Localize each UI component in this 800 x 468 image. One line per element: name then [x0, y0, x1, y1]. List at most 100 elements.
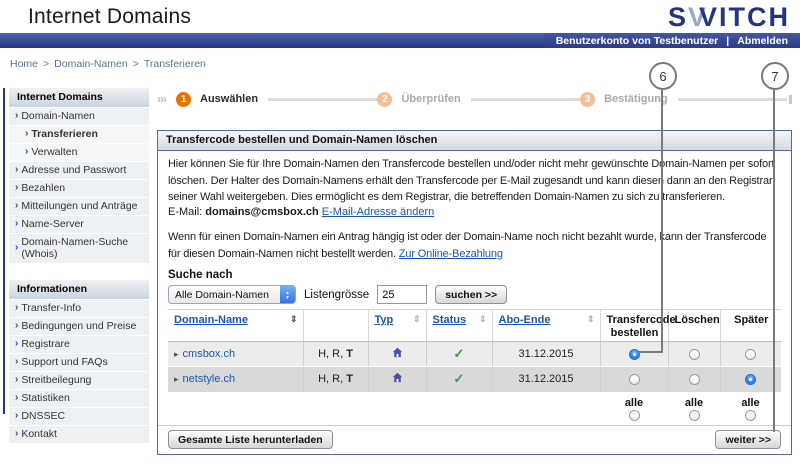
- status-cell: ✓: [426, 367, 492, 392]
- breadcrumb-transferieren[interactable]: Transferieren: [144, 58, 206, 70]
- radio-netstyle-loeschen[interactable]: [689, 374, 700, 385]
- email-value: domains@cmsbox.ch: [205, 206, 318, 218]
- chevron-right-icon: ›: [15, 392, 18, 404]
- radio-netstyle-spaeter[interactable]: [745, 374, 756, 385]
- logout-link[interactable]: Abmelden: [737, 35, 788, 47]
- sidebar-item-domain-namen[interactable]: ›Domain-Namen: [9, 108, 149, 126]
- chevron-right-icon: ›: [15, 410, 18, 422]
- alle-radio-loeschen[interactable]: [689, 410, 700, 421]
- select-all-transfercode: alle: [600, 397, 668, 421]
- house-icon: [392, 347, 403, 358]
- sort-domain-link[interactable]: Domain-Name: [174, 314, 248, 326]
- select-all-row: alle alle alle: [600, 397, 781, 421]
- breadcrumb-sep: >: [133, 58, 139, 70]
- sidebar-item-kontakt[interactable]: ›Kontakt: [9, 426, 149, 444]
- select-down-icon: ▼: [285, 295, 289, 300]
- radio-netstyle-transfercode[interactable]: [629, 374, 640, 385]
- sidebar-item-support[interactable]: ›Support und FAQs: [9, 354, 149, 372]
- sort-icon[interactable]: ⇕: [587, 314, 595, 325]
- download-list-button[interactable]: Gesamte Liste herunterladen: [168, 430, 333, 449]
- sort-typ-link[interactable]: Typ: [375, 314, 394, 326]
- sidebar-item-label: Statistiken: [21, 392, 69, 404]
- sidebar-item-bezahlen[interactable]: ›Bezahlen: [9, 180, 149, 198]
- list-size-label: Listengrösse: [304, 289, 369, 301]
- breadcrumb-sep: >: [43, 58, 49, 70]
- wizard-connector: [471, 98, 580, 101]
- chevron-right-icon: ›: [15, 110, 18, 122]
- sidebar-item-transfer-info[interactable]: ›Transfer-Info: [9, 300, 149, 318]
- sidebar-item-dnssec[interactable]: ›DNSSEC: [9, 408, 149, 426]
- sidebar-item-verwalten[interactable]: ›Verwalten: [9, 144, 149, 162]
- radio-cmsbox-spaeter[interactable]: [745, 349, 756, 360]
- account-segment: Benutzerkonto von Testbenutzer | Abmelde…: [544, 33, 800, 48]
- chevron-right-icon: ›: [15, 182, 18, 194]
- select-all-spaeter: alle: [720, 397, 781, 421]
- sidebar-section-title-informationen: Informationen: [9, 280, 149, 300]
- chevron-right-icon: ›: [15, 428, 18, 440]
- sort-icon[interactable]: ⇕: [479, 314, 487, 325]
- spaeter-cell: [720, 342, 781, 367]
- sort-icon[interactable]: ⇕: [413, 314, 421, 325]
- status-cell: ✓: [426, 342, 492, 367]
- panel-title: Transfercode bestellen und Domain-Namen …: [158, 131, 791, 151]
- wizard-step-3-label: Bestätigung: [604, 93, 668, 105]
- sort-status-link[interactable]: Status: [433, 314, 467, 326]
- sidebar-item-label: Registrare: [21, 338, 69, 350]
- domain-table: Domain-Name⇕ Typ⇕ Status⇕ Abo-Ende⇕ Tran…: [168, 309, 781, 392]
- sidebar-item-name-server[interactable]: ›Name-Server: [9, 216, 149, 234]
- wizard-step-3-badge: 3: [580, 92, 595, 107]
- sidebar-item-label: Support und FAQs: [21, 356, 107, 368]
- radio-cmsbox-transfercode[interactable]: [629, 349, 640, 360]
- sidebar-item-statistiken[interactable]: ›Statistiken: [9, 390, 149, 408]
- wizard-step-1-badge: 1: [176, 92, 191, 107]
- sort-icon[interactable]: ⇕: [290, 314, 298, 325]
- chevron-right-icon: ›: [15, 164, 18, 176]
- callout-7-badge: 7: [761, 62, 789, 90]
- breadcrumb-domain-namen[interactable]: Domain-Namen: [54, 58, 128, 70]
- row-expand-icon[interactable]: ▸: [174, 374, 179, 384]
- sidebar-rail: [3, 88, 5, 414]
- select-all-loeschen: alle: [668, 397, 720, 421]
- table-row-cmsbox: ▸cmsbox.ch H, R, T ✓ 31.12.2015: [168, 342, 781, 367]
- callout-6-badge: 6: [649, 62, 677, 90]
- domain-filter-select[interactable]: Alle Domain-Namen ▲ ▼: [168, 285, 296, 304]
- chevron-right-icon: ›: [15, 242, 18, 254]
- sidebar-item-transferieren[interactable]: ›Transferieren: [9, 126, 149, 144]
- sort-abo-link[interactable]: Abo-Ende: [499, 314, 551, 326]
- sidebar-item-registrare[interactable]: ›Registrare: [9, 336, 149, 354]
- check-icon: ✓: [454, 346, 465, 361]
- sidebar-gap: [9, 264, 149, 280]
- alle-radio-transfercode[interactable]: [629, 410, 640, 421]
- breadcrumb-home[interactable]: Home: [10, 58, 38, 70]
- next-button[interactable]: weiter >>: [715, 430, 781, 449]
- spaeter-cell: [720, 367, 781, 392]
- alle-radio-spaeter[interactable]: [745, 410, 756, 421]
- house-icon: [392, 372, 403, 383]
- column-header-spaeter: Später: [720, 310, 781, 342]
- domain-link-netstyle[interactable]: netstyle.ch: [183, 373, 236, 385]
- column-header-status: Status ⇕: [426, 310, 492, 342]
- table-row-netstyle: ▸netstyle.ch H, R, T ✓ 31.12.2015: [168, 367, 781, 392]
- sidebar-item-bedingungen[interactable]: ›Bedingungen und Preise: [9, 318, 149, 336]
- account-separator: |: [726, 35, 729, 47]
- list-size-input[interactable]: [377, 285, 427, 304]
- sidebar-item-mitteilungen[interactable]: ›Mitteilungen und Anträge: [9, 198, 149, 216]
- intro-text: Hier können Sie für Ihre Domain-Namen de…: [168, 156, 781, 208]
- sidebar-item-adresse-und-passwort[interactable]: ›Adresse und Passwort: [9, 162, 149, 180]
- wizard-connector: [678, 98, 787, 101]
- sidebar-item-streitbeilegung[interactable]: ›Streitbeilegung: [9, 372, 149, 390]
- panel-footer: Gesamte Liste herunterladen weiter >>: [168, 430, 781, 449]
- radio-cmsbox-loeschen[interactable]: [689, 349, 700, 360]
- check-icon: ✓: [454, 371, 465, 386]
- online-payment-link[interactable]: Zur Online-Bezahlung: [399, 248, 503, 260]
- sidebar-item-whois[interactable]: ›Domain-Namen-Suche (Whois): [9, 234, 149, 264]
- search-button[interactable]: suchen >>: [435, 285, 507, 304]
- domain-filter-value: Alle Domain-Namen: [169, 289, 280, 301]
- row-expand-icon[interactable]: ▸: [174, 349, 179, 359]
- main-panel: Transfercode bestellen und Domain-Namen …: [157, 130, 792, 455]
- domain-link-cmsbox[interactable]: cmsbox.ch: [183, 348, 236, 360]
- account-link[interactable]: Benutzerkonto von Testbenutzer: [556, 35, 719, 47]
- sidebar-item-label: Domain-Namen-Suche (Whois): [21, 236, 145, 260]
- change-email-link[interactable]: E-Mail-Adresse ändern: [322, 206, 435, 218]
- holder-roles-cell: H, R, T: [303, 342, 368, 367]
